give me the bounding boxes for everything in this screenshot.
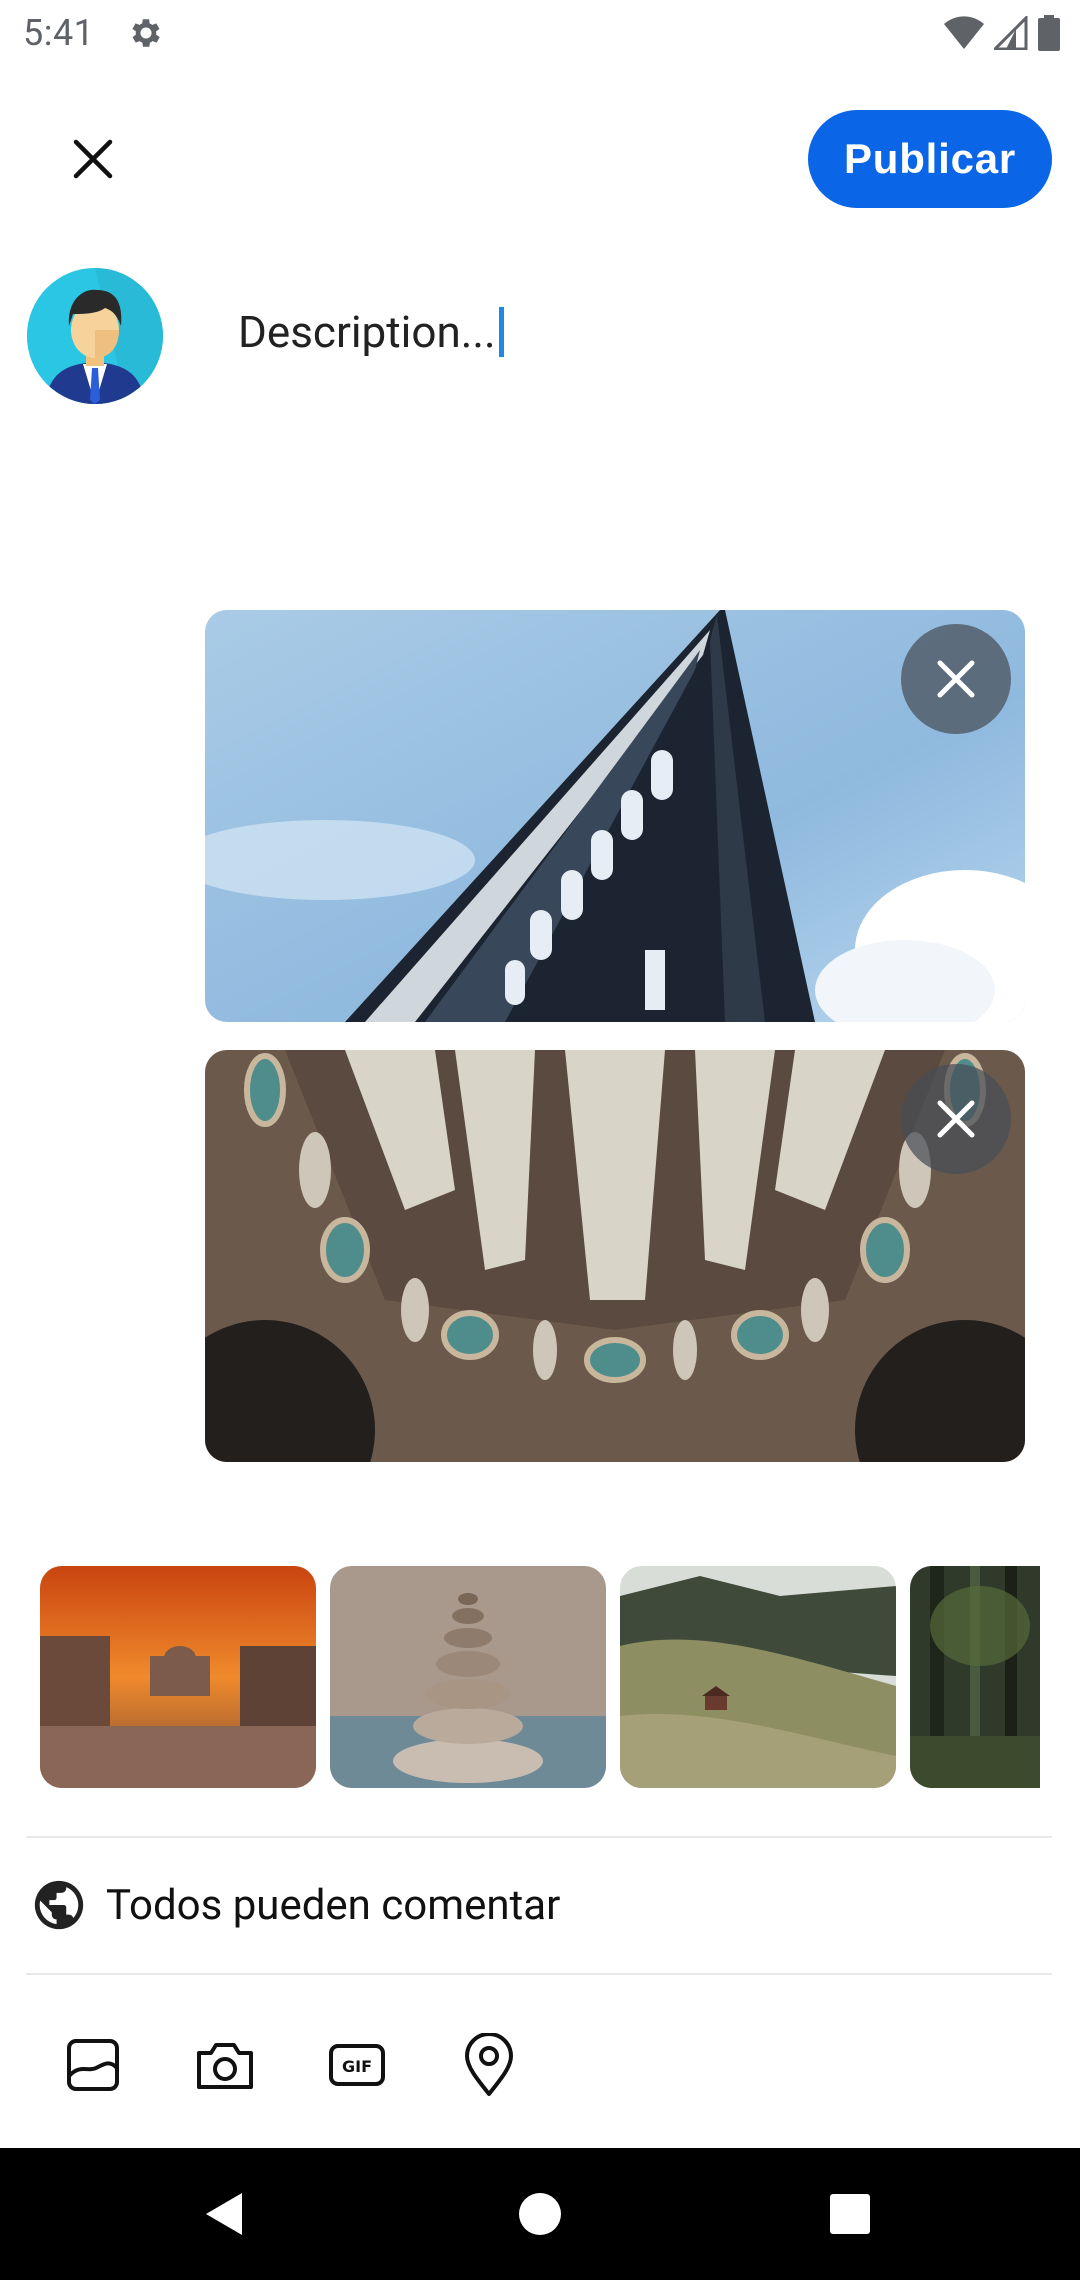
camera-button[interactable] — [192, 2032, 258, 2098]
attached-image-building[interactable] — [205, 610, 1025, 1022]
remove-attachment-button[interactable] — [901, 624, 1011, 734]
status-icons — [944, 14, 1060, 52]
gallery-thumbnail[interactable] — [910, 1566, 1040, 1788]
venice-canal-thumbnail — [40, 1566, 316, 1788]
close-icon — [937, 1100, 975, 1138]
gif-icon: GIF — [329, 2044, 385, 2086]
location-button[interactable] — [456, 2032, 522, 2098]
navigation-bar — [0, 2148, 1080, 2280]
camera-icon — [197, 2043, 253, 2089]
publish-button[interactable]: Publicar — [808, 110, 1052, 208]
remove-attachment-button[interactable] — [901, 1064, 1011, 1174]
valley-hut-thumbnail — [620, 1566, 896, 1788]
forest-thumbnail — [910, 1566, 1040, 1788]
home-icon — [519, 2193, 561, 2235]
close-icon — [73, 139, 113, 179]
close-icon — [937, 660, 975, 698]
comment-permission-label: Todos pueden comentar — [106, 1880, 561, 1930]
description-placeholder: Description... — [238, 306, 496, 358]
divider — [26, 1836, 1052, 1838]
wifi-icon — [944, 16, 984, 49]
recents-button[interactable] — [818, 2182, 882, 2246]
globe-icon — [34, 1880, 84, 1930]
text-cursor — [498, 307, 504, 357]
gallery-strip[interactable] — [40, 1566, 1040, 1788]
avatar — [27, 268, 163, 404]
stacked-stones-thumbnail — [330, 1566, 606, 1788]
battery-icon — [1038, 15, 1060, 51]
status-bar: 5:41 — [0, 0, 1080, 66]
gallery-thumbnail[interactable] — [330, 1566, 606, 1788]
gallery-thumbnail[interactable] — [620, 1566, 896, 1788]
status-time: 5:41 — [23, 12, 95, 54]
close-button[interactable] — [60, 126, 126, 192]
gear-icon — [132, 19, 160, 47]
description-input[interactable]: Description... — [238, 306, 504, 358]
gallery-icon — [67, 2039, 119, 2091]
gallery-button[interactable] — [60, 2032, 126, 2098]
comment-permission-row[interactable]: Todos pueden comentar — [30, 1870, 560, 1940]
location-pin-icon — [465, 2033, 513, 2096]
back-button[interactable] — [193, 2182, 257, 2246]
recents-icon — [830, 2194, 870, 2234]
gif-button[interactable]: GIF — [324, 2032, 390, 2098]
signal-icon — [994, 16, 1028, 50]
gallery-thumbnail[interactable] — [40, 1566, 316, 1788]
home-button[interactable] — [508, 2182, 572, 2246]
svg-text:GIF: GIF — [342, 2057, 372, 2076]
back-icon — [206, 2193, 242, 2235]
divider — [26, 1973, 1052, 1975]
attached-image-dome[interactable] — [205, 1050, 1025, 1462]
